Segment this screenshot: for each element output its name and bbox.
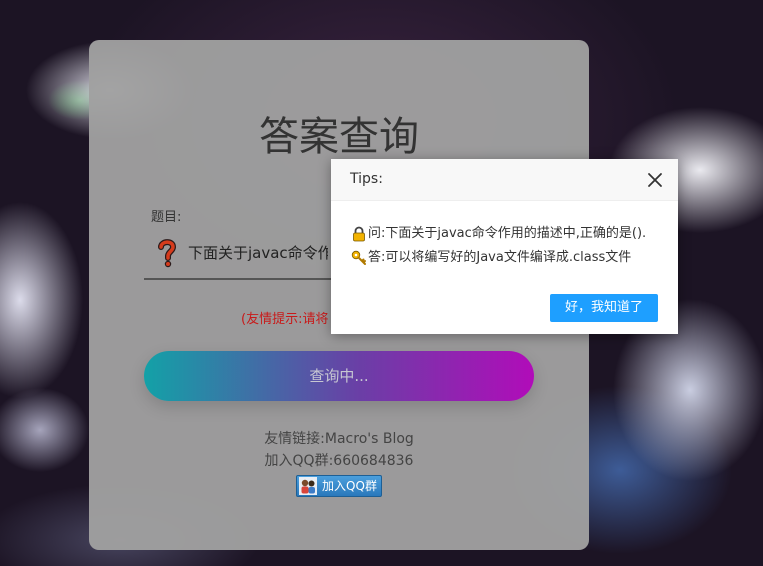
dialog-question-line: 问:下面关于javac命令作用的描述中,正确的是(). bbox=[351, 222, 646, 246]
page-title: 答案查询 bbox=[259, 114, 419, 160]
dialog-question-text: 问:下面关于javac命令作用的描述中,正确的是(). bbox=[368, 226, 647, 241]
links-section: 友情链接:Macro's Blog 加入QQ群:660684836 加入QQ群 bbox=[89, 428, 589, 497]
dialog-answer-line: 答:可以将编写好的Java文件编译成.class文件 bbox=[351, 246, 646, 270]
close-icon[interactable] bbox=[647, 172, 663, 188]
dialog-title: Tips: bbox=[350, 171, 383, 187]
friendly-tip: (友情提示:请将 bbox=[241, 312, 329, 327]
join-qq-group-button[interactable]: 加入QQ群 bbox=[296, 475, 382, 497]
ok-button[interactable]: 好，我知道了 bbox=[549, 294, 658, 322]
qq-group-icon bbox=[299, 477, 318, 495]
question-mark-icon bbox=[158, 239, 177, 268]
dialog-answer-text: 答:可以将编写好的Java文件编译成.class文件 bbox=[368, 250, 632, 265]
question-input[interactable]: 下面关于javac命令作用的描述中,正确的是(). bbox=[188, 242, 328, 263]
dialog-header: Tips: bbox=[331, 159, 678, 201]
key-icon bbox=[351, 250, 366, 265]
question-label: 题目: bbox=[151, 210, 182, 225]
tips-dialog: Tips: 问:下面关于javac命令作用的描述中,正确的是(). 答:可以将编… bbox=[331, 159, 678, 334]
dialog-content: 问:下面关于javac命令作用的描述中,正确的是(). 答:可以将编写好的Jav… bbox=[351, 222, 646, 270]
friend-link[interactable]: 友情链接:Macro's Blog bbox=[89, 428, 589, 450]
lock-icon bbox=[353, 226, 365, 242]
qq-group-text: 加入QQ群:660684836 bbox=[264, 453, 414, 469]
join-qq-group-label: 加入QQ群 bbox=[322, 479, 377, 493]
query-button[interactable]: 查询中... bbox=[144, 351, 534, 401]
